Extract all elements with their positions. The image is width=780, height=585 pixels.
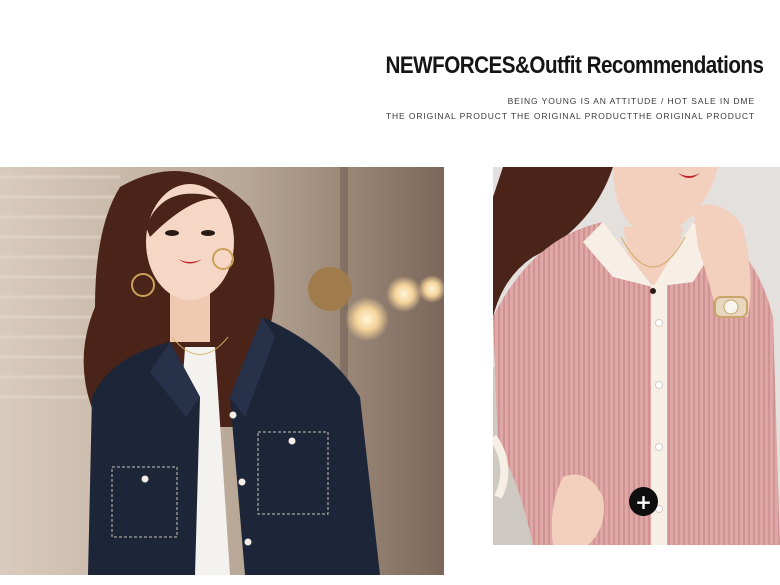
header: NEWFORCES&Outfit Recommendations BEING Y… (0, 0, 780, 167)
plus-icon: + (635, 489, 652, 514)
add-to-cart-button[interactable]: + (629, 487, 658, 516)
tagline-secondary: THE ORIGINAL PRODUCT THE ORIGINAL PRODUC… (385, 111, 755, 121)
denim-jacket-illustration (0, 167, 444, 575)
tagline-primary: BEING YOUNG IS AN ATTITUDE / HOT SALE IN… (507, 96, 755, 106)
product-photo-denim-jacket[interactable] (0, 167, 444, 575)
page-title: NEWFORCES&Outfit Recommendations (385, 52, 763, 79)
